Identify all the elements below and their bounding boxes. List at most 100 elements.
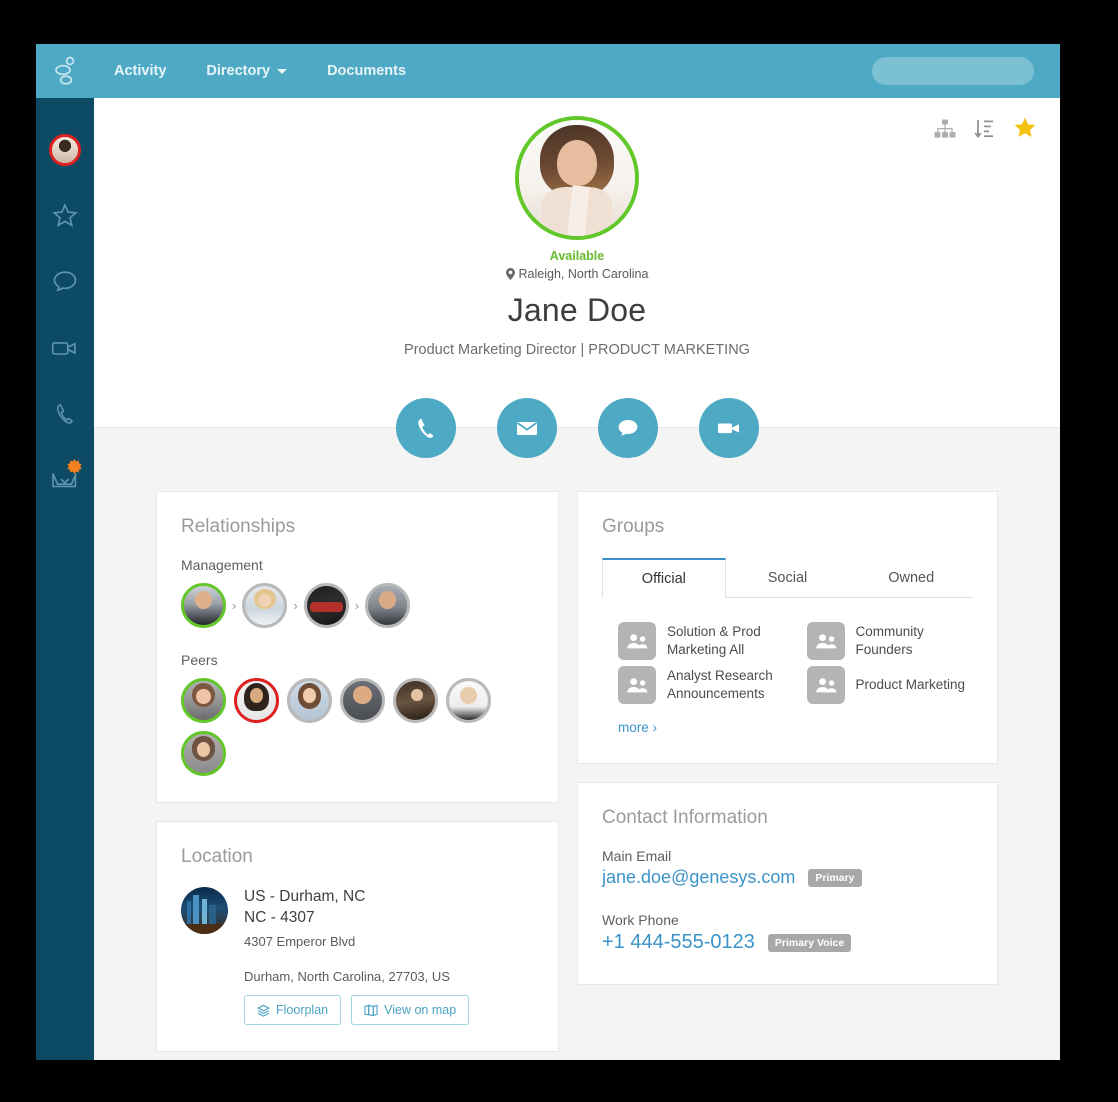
location-body: US - Durham, NC NC - 4307 4307 Emperor B… <box>181 887 534 949</box>
rail-item-profile-avatar[interactable] <box>36 117 94 183</box>
rail-item-chat[interactable] <box>36 249 94 315</box>
left-icon-rail <box>36 98 94 1060</box>
search-container <box>872 57 1060 85</box>
video-button[interactable] <box>698 398 759 458</box>
management-avatars: › › › <box>181 583 534 628</box>
map-icon <box>364 1004 378 1017</box>
relationships-card: Relationships Management › › › Peers <box>156 491 559 803</box>
rail-item-video[interactable] <box>36 315 94 381</box>
search-input[interactable] <box>872 63 1060 79</box>
contact-field-email: Main Email jane.doe@genesys.com Primary <box>602 848 973 888</box>
people-icon <box>806 622 845 660</box>
location-line-1: US - Durham, NC <box>244 888 366 905</box>
people-icon <box>618 666 656 704</box>
peers-avatars <box>181 678 521 776</box>
group-name: Analyst Research Announcements <box>667 667 773 701</box>
nav-item-activity[interactable]: Activity <box>94 44 186 98</box>
tab-social[interactable]: Social <box>726 558 850 598</box>
call-button[interactable] <box>395 398 456 458</box>
tab-owned[interactable]: Owned <box>849 558 973 598</box>
field-row: +1 444-555-0123 Primary Voice <box>602 931 973 954</box>
map-pin-icon <box>505 268 515 280</box>
avatar[interactable] <box>181 678 226 723</box>
phone-handset-icon <box>417 418 434 438</box>
nav-label: Documents <box>327 63 407 79</box>
people-icon <box>618 622 656 660</box>
favorite-star-icon[interactable] <box>1012 116 1038 141</box>
button-label: View on map <box>384 1003 457 1018</box>
tab-label: Owned <box>888 570 935 586</box>
group-name: Product Marketing <box>855 676 966 692</box>
left-column: Relationships Management › › › Peers Loc… <box>156 491 559 1053</box>
nav-label: Directory <box>206 63 271 79</box>
tab-official[interactable]: Official <box>602 558 726 598</box>
tab-label: Social <box>767 570 808 586</box>
profile-hero: Available Raleigh, North Carolina Jane D… <box>94 98 1060 458</box>
profile-job-title: Product Marketing Director | PRODUCT MAR… <box>404 342 750 358</box>
email-button[interactable] <box>496 398 557 458</box>
group-name: Community Founders <box>855 623 924 657</box>
card-title: Location <box>181 846 253 867</box>
location-street: 4307 Emperor Blvd <box>244 934 356 950</box>
avatar[interactable] <box>234 678 279 723</box>
field-label: Main Email <box>602 848 672 864</box>
phone-value[interactable]: +1 444-555-0123 <box>602 931 755 954</box>
nav-item-documents[interactable]: Documents <box>307 44 426 98</box>
avatar[interactable] <box>181 731 226 776</box>
field-label: Work Phone <box>602 912 679 928</box>
chat-bubble-icon <box>618 420 637 436</box>
avatar[interactable] <box>181 583 226 628</box>
chat-button[interactable] <box>597 398 658 458</box>
floorplan-button[interactable]: Floorplan <box>244 995 342 1026</box>
list-item[interactable]: Analyst Research Announcements <box>618 666 785 704</box>
location-buttons: Floorplan View on map <box>244 995 534 1026</box>
groups-tabs: Official Social Owned <box>602 557 973 598</box>
rail-item-calls[interactable] <box>36 381 94 447</box>
org-chart-icon[interactable] <box>934 119 956 139</box>
avatar[interactable] <box>393 678 438 723</box>
rail-item-favorites[interactable] <box>36 183 94 249</box>
avatar[interactable] <box>446 678 491 723</box>
profile-photo[interactable] <box>515 116 639 240</box>
email-value[interactable]: jane.doe@genesys.com <box>602 867 795 888</box>
avatar[interactable] <box>340 678 385 723</box>
peers-label: Peers <box>181 652 218 668</box>
app-window: Activity Directory Documents Available R… <box>36 44 1060 1060</box>
card-title: Contact Information <box>602 807 768 828</box>
list-item[interactable]: Community Founders <box>806 622 974 660</box>
location-line-2: NC - 4307 <box>244 908 315 926</box>
avatar[interactable] <box>287 678 332 723</box>
avatar[interactable] <box>303 583 349 628</box>
avatar[interactable] <box>365 583 411 628</box>
phone-handset-icon <box>56 403 74 424</box>
profile-location: Raleigh, North Carolina <box>94 267 1060 281</box>
main-content: Available Raleigh, North Carolina Jane D… <box>94 98 1060 1060</box>
more-groups-link[interactable]: more › <box>618 720 657 735</box>
right-column: Groups Official Social Owned Solution & … <box>577 491 998 985</box>
relationship-separator: › <box>232 598 237 613</box>
nav-item-directory[interactable]: Directory <box>186 44 307 98</box>
groups-card: Groups Official Social Owned Solution & … <box>577 491 998 764</box>
button-label: Floorplan <box>276 1003 329 1018</box>
presence-status: Available <box>549 249 605 263</box>
avatar[interactable] <box>242 583 288 628</box>
view-on-map-button[interactable]: View on map <box>351 995 470 1026</box>
list-item[interactable]: Product Marketing <box>806 666 974 704</box>
groups-grid: Solution & Prod Marketing All Community … <box>602 602 973 704</box>
genesys-logo-icon[interactable] <box>36 56 94 86</box>
city-skyline-thumbnail <box>181 887 228 934</box>
status-badge: Primary Voice <box>767 933 852 952</box>
location-card: Location US - Durham, NC NC - 4307 4307 … <box>156 821 559 1053</box>
sort-descending-icon[interactable] <box>974 118 994 140</box>
location-full-address: Durham, North Carolina, 27703, US <box>244 969 450 985</box>
relationship-separator: › <box>354 598 360 613</box>
rail-item-inbox[interactable] <box>36 447 94 513</box>
list-item[interactable]: Solution & Prod Marketing All <box>618 622 785 660</box>
status-badge: Primary <box>808 868 862 887</box>
main-nav: Activity Directory Documents <box>94 44 426 98</box>
location-text: Raleigh, North Carolina <box>518 267 649 281</box>
video-camera-icon <box>51 342 76 355</box>
card-title: Groups <box>602 516 665 537</box>
cards-area: Relationships Management › › › Peers Loc… <box>94 428 1060 1053</box>
contact-action-row <box>94 398 1060 458</box>
